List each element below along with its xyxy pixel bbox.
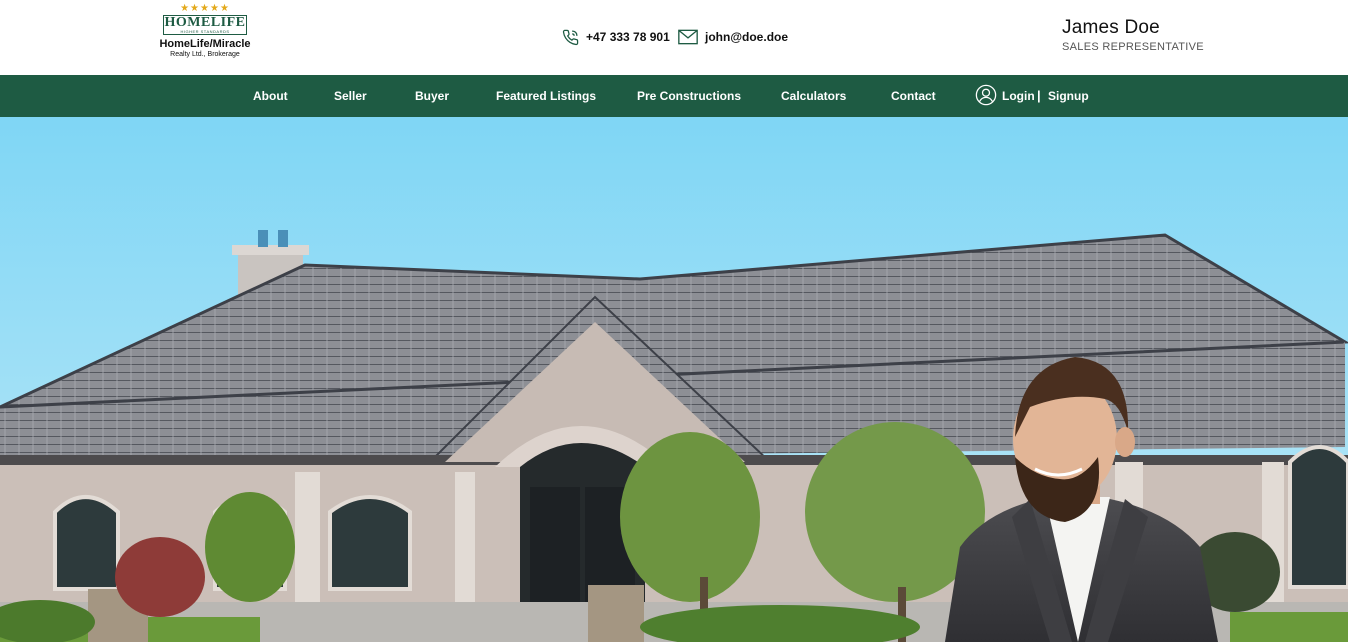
logo-badge: HOMELIFE HIGHER STANDARDS	[163, 15, 247, 35]
brokerage-name: HomeLife/Miracle	[159, 38, 251, 50]
agent-info: James Doe SALES REPRESENTATIVE	[1062, 16, 1204, 54]
hero-banner	[0, 117, 1348, 642]
user-circle-icon[interactable]	[975, 84, 997, 106]
nav-item-seller[interactable]: Seller	[334, 75, 367, 117]
email-address: john@doe.doe	[705, 30, 789, 44]
email-contact[interactable]: john@doe.doe	[678, 27, 788, 47]
auth-separator: |	[1037, 88, 1041, 103]
logo-stars: ★★★★★	[180, 3, 230, 14]
mail-icon	[678, 29, 698, 45]
brand-logo[interactable]: ★★★★★ HOMELIFE HIGHER STANDARDS HomeLife…	[150, 4, 260, 70]
phone-icon	[562, 29, 579, 45]
nav-item-pre-constructions[interactable]: Pre Constructions	[637, 75, 741, 117]
agent-title: SALES REPRESENTATIVE	[1062, 41, 1204, 53]
logo-brand-text: HOMELIFE	[164, 15, 246, 30]
nav-item-contact[interactable]: Contact	[891, 75, 936, 117]
signup-link[interactable]: Signup	[1048, 75, 1089, 117]
nav-item-featured-listings[interactable]: Featured Listings	[496, 75, 596, 117]
phone-contact[interactable]: +47 333 78 901	[562, 27, 670, 47]
nav-item-buyer[interactable]: Buyer	[415, 75, 449, 117]
nav-item-calculators[interactable]: Calculators	[781, 75, 846, 117]
hero-house-photo	[0, 117, 1348, 642]
brokerage-subtitle: Realty Ltd., Brokerage	[170, 51, 240, 58]
nav-item-about[interactable]: About	[253, 75, 288, 117]
main-nav: About Seller Buyer Featured Listings Pre…	[0, 75, 1348, 117]
site-header: ★★★★★ HOMELIFE HIGHER STANDARDS HomeLife…	[0, 0, 1348, 75]
phone-number: +47 333 78 901	[586, 30, 670, 44]
agent-name: James Doe	[1062, 17, 1160, 38]
login-link[interactable]: Login	[1002, 75, 1035, 117]
